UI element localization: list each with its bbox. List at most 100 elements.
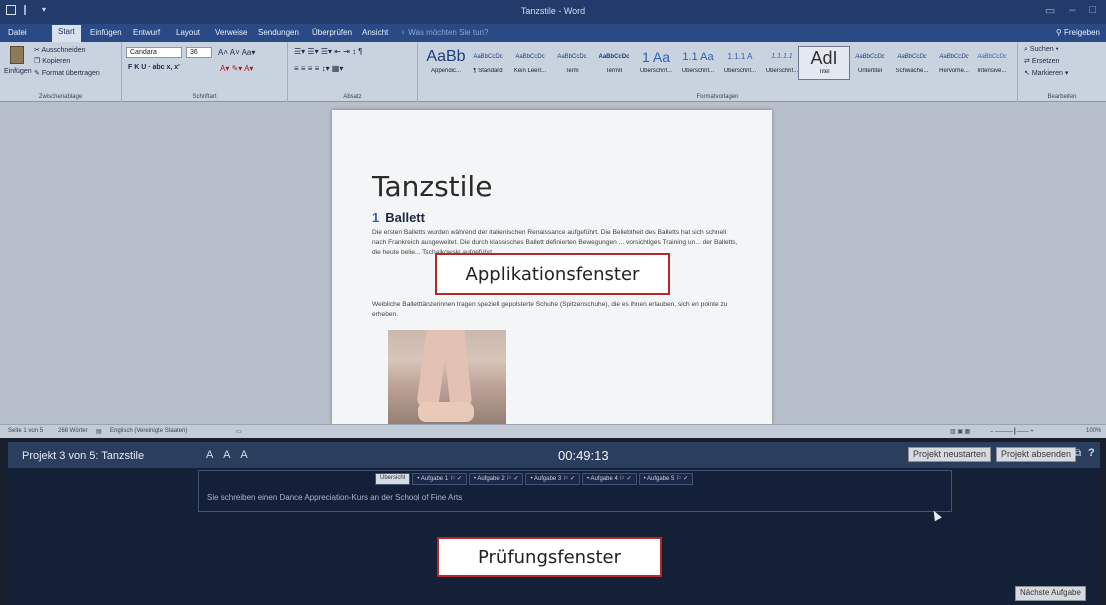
submit-project-button[interactable]: Projekt absenden	[996, 447, 1077, 462]
annotation-app-window: Applikationsfenster	[435, 253, 670, 295]
copy-icon: ❐	[34, 58, 43, 65]
tab-einfuegen[interactable]: Einfügen	[90, 28, 122, 37]
font-size-select[interactable]: 36	[186, 47, 212, 58]
tab-task-2[interactable]: • Aufgabe 2 ⚐ ✓	[468, 473, 524, 485]
title-bar: ▾ Tanzstile - Word ▭ – □	[0, 0, 1106, 24]
tab-task-1[interactable]: • Aufgabe 1 ⚐ ✓	[412, 473, 467, 485]
paragraph-2[interactable]: Weibliche Balletttänzerinnen tragen spez…	[372, 300, 742, 320]
tell-me-text: Was möchten Sie tun?	[408, 28, 489, 37]
group-clipboard: Einfügen ✂ Ausschneiden ❐ Kopieren ✎ For…	[0, 42, 122, 102]
annotation-exam-window: Prüfungsfenster	[437, 537, 662, 577]
view-buttons-icon[interactable]: ▥ ▣ ▦	[950, 428, 970, 435]
page-count[interactable]: Seite 1 von 5	[8, 428, 43, 434]
tab-task-5[interactable]: • Aufgabe 5 ⚐ ✓	[638, 473, 694, 485]
task-tabs: Übersicht • Aufgabe 1 ⚐ ✓ • Aufgabe 2 ⚐ …	[375, 473, 694, 485]
word-count[interactable]: 268 Wörter	[58, 428, 88, 434]
tell-me-box[interactable]: ♀ Was möchten Sie tun?	[400, 28, 488, 37]
macro-icon[interactable]: ▭	[236, 428, 242, 435]
cursor-icon: ↖	[1024, 70, 1032, 77]
tab-layout[interactable]: Layout	[176, 28, 200, 37]
font-size-toggle[interactable]: A A A	[206, 449, 252, 461]
lightbulb-icon: ♀	[400, 28, 409, 37]
flag-icon: ⚐	[449, 476, 456, 482]
group-label-editing: Bearbeiten	[1047, 94, 1077, 100]
style-item-selected[interactable]: AdI Titel	[798, 46, 850, 80]
ribbon: Einfügen ✂ Ausschneiden ❐ Kopieren ✎ For…	[0, 42, 1106, 102]
flag-icon: ⚐	[506, 476, 512, 482]
next-task-button[interactable]: Nächste Aufgabe	[1015, 586, 1086, 601]
group-paragraph: ☰▾ ☰▾ ☰▾ ⇤ ⇥ ↕ ¶ ≡ ≡ ≡ ≡ ↕▾ ▦▾ Absatz	[288, 42, 418, 102]
tab-task-3[interactable]: • Aufgabe 3 ⚐ ✓	[525, 473, 581, 485]
heading-number: 1	[372, 210, 380, 225]
tab-entwurf[interactable]: Entwurf	[133, 28, 160, 37]
select-button[interactable]: ↖ Markieren ▾	[1024, 69, 1068, 77]
heading-text: Ballett	[385, 210, 425, 225]
window-restore-icon[interactable]: ⧉	[1074, 448, 1081, 459]
list-buttons-icon[interactable]: ☰▾ ☰▾ ☰▾ ⇤ ⇥ ↕ ¶	[294, 47, 363, 56]
flag-icon: ⚐	[562, 476, 569, 482]
cut-button[interactable]: ✂ Ausschneiden	[34, 46, 85, 54]
align-buttons-icon[interactable]: ≡ ≡ ≡ ≡ ↕▾ ▦▾	[294, 64, 343, 73]
format-painter-button[interactable]: ✎ Format übertragen	[34, 69, 100, 77]
person-icon: ⚲	[1055, 28, 1064, 37]
tab-task-4[interactable]: • Aufgabe 4 ⚐ ✓	[582, 473, 637, 485]
exam-timer: 00:49:13	[558, 448, 609, 463]
status-bar: Seite 1 von 5 268 Wörter ▤ Englisch (Ver…	[0, 424, 1106, 438]
ballet-shoes-image[interactable]	[388, 330, 506, 424]
group-label-font: Schriftart	[192, 94, 217, 100]
tab-verweise[interactable]: Verweise	[215, 28, 247, 37]
paste-icon[interactable]	[10, 46, 24, 64]
tab-start[interactable]: Start	[52, 25, 81, 42]
tab-datei[interactable]: Datei	[8, 28, 27, 37]
window-controls: ▭ – □	[1045, 4, 1096, 17]
task-panel: Übersicht • Aufgabe 1 ⚐ ✓ • Aufgabe 2 ⚐ …	[198, 470, 952, 512]
maximize-icon[interactable]: □	[1089, 4, 1096, 17]
proofing-icon[interactable]: ▤	[96, 428, 102, 435]
tab-ansicht[interactable]: Ansicht	[362, 28, 388, 37]
group-label-styles: Formatvorlagen	[696, 94, 739, 100]
replace-icon: ⇄	[1024, 58, 1032, 65]
tab-overview[interactable]: Übersicht	[375, 473, 411, 485]
check-icon: ✓	[513, 476, 519, 482]
help-icon[interactable]: ?	[1088, 447, 1095, 459]
flag-icon: ⚐	[619, 476, 625, 482]
zoom-slider[interactable]: – ———┃—— +	[990, 428, 1034, 435]
group-styles: AaBb Appendic... AaBbCcDc ¶ Standard AaBbC…	[418, 42, 1018, 102]
find-button[interactable]: ⌕ Suchen ▾	[1024, 46, 1059, 54]
language-indicator[interactable]: Englisch (Vereinigte Staaten)	[110, 428, 187, 434]
check-icon: ✓	[683, 476, 689, 482]
grow-shrink-font-icon[interactable]: A˄ A˅ Aa▾	[218, 48, 255, 57]
group-label-paragraph: Absatz	[343, 94, 362, 100]
font-color-icon[interactable]: A▾ ✎▾ A▾	[220, 64, 253, 73]
minimize-icon[interactable]: –	[1069, 4, 1075, 17]
paste-button[interactable]: Einfügen	[4, 68, 32, 75]
brush-icon: ✎	[34, 70, 42, 77]
document-title[interactable]: Tanzstile	[372, 170, 492, 203]
document-heading[interactable]: 1 Ballett	[372, 210, 425, 225]
tab-sendungen[interactable]: Sendungen	[258, 28, 299, 37]
tab-ueberpruefen[interactable]: Überprüfen	[312, 28, 352, 37]
check-icon: ✓	[626, 476, 632, 482]
font-name-select[interactable]: Candara	[126, 47, 182, 58]
share-button[interactable]: ⚲ Freigeben	[1056, 28, 1100, 37]
check-icon: ✓	[570, 476, 576, 482]
exam-header: Projekt 3 von 5: Tanzstile A A A 00:49:1…	[8, 442, 1100, 468]
group-editing: ⌕ Suchen ▾ ⇄ Ersetzen ↖ Markieren ▾ Bear…	[1018, 42, 1106, 102]
copy-button[interactable]: ❐ Kopieren	[34, 57, 70, 65]
check-icon: ✓	[456, 476, 462, 482]
zoom-level[interactable]: 100%	[1086, 428, 1101, 434]
share-label: Freigeben	[1063, 28, 1100, 37]
font-style-buttons[interactable]: F K U · abc x, x'	[128, 64, 180, 71]
flag-icon: ⚐	[676, 476, 682, 482]
exam-window: Projekt 3 von 5: Tanzstile A A A 00:49:1…	[0, 438, 1106, 605]
project-label: Projekt 3 von 5: Tanzstile	[22, 450, 145, 462]
group-label-clipboard: Zwischenablage	[38, 94, 83, 100]
task-description: Sie schreiben einen Dance Appreciation-K…	[207, 493, 463, 502]
group-font: Candara 36 A˄ A˅ Aa▾ F K U · abc x, x' A…	[122, 42, 288, 102]
replace-button[interactable]: ⇄ Ersetzen	[1024, 57, 1059, 65]
window-title: Tanzstile - Word	[520, 6, 586, 16]
style-item[interactable]: AaBbCcDc Intensive...	[966, 46, 1018, 80]
ribbon-options-icon[interactable]: ▭	[1045, 4, 1055, 17]
restart-project-button[interactable]: Projekt neustarten	[908, 447, 992, 462]
screen: ▾ Tanzstile - Word ▭ – □ Datei Start Ein…	[0, 0, 1106, 605]
